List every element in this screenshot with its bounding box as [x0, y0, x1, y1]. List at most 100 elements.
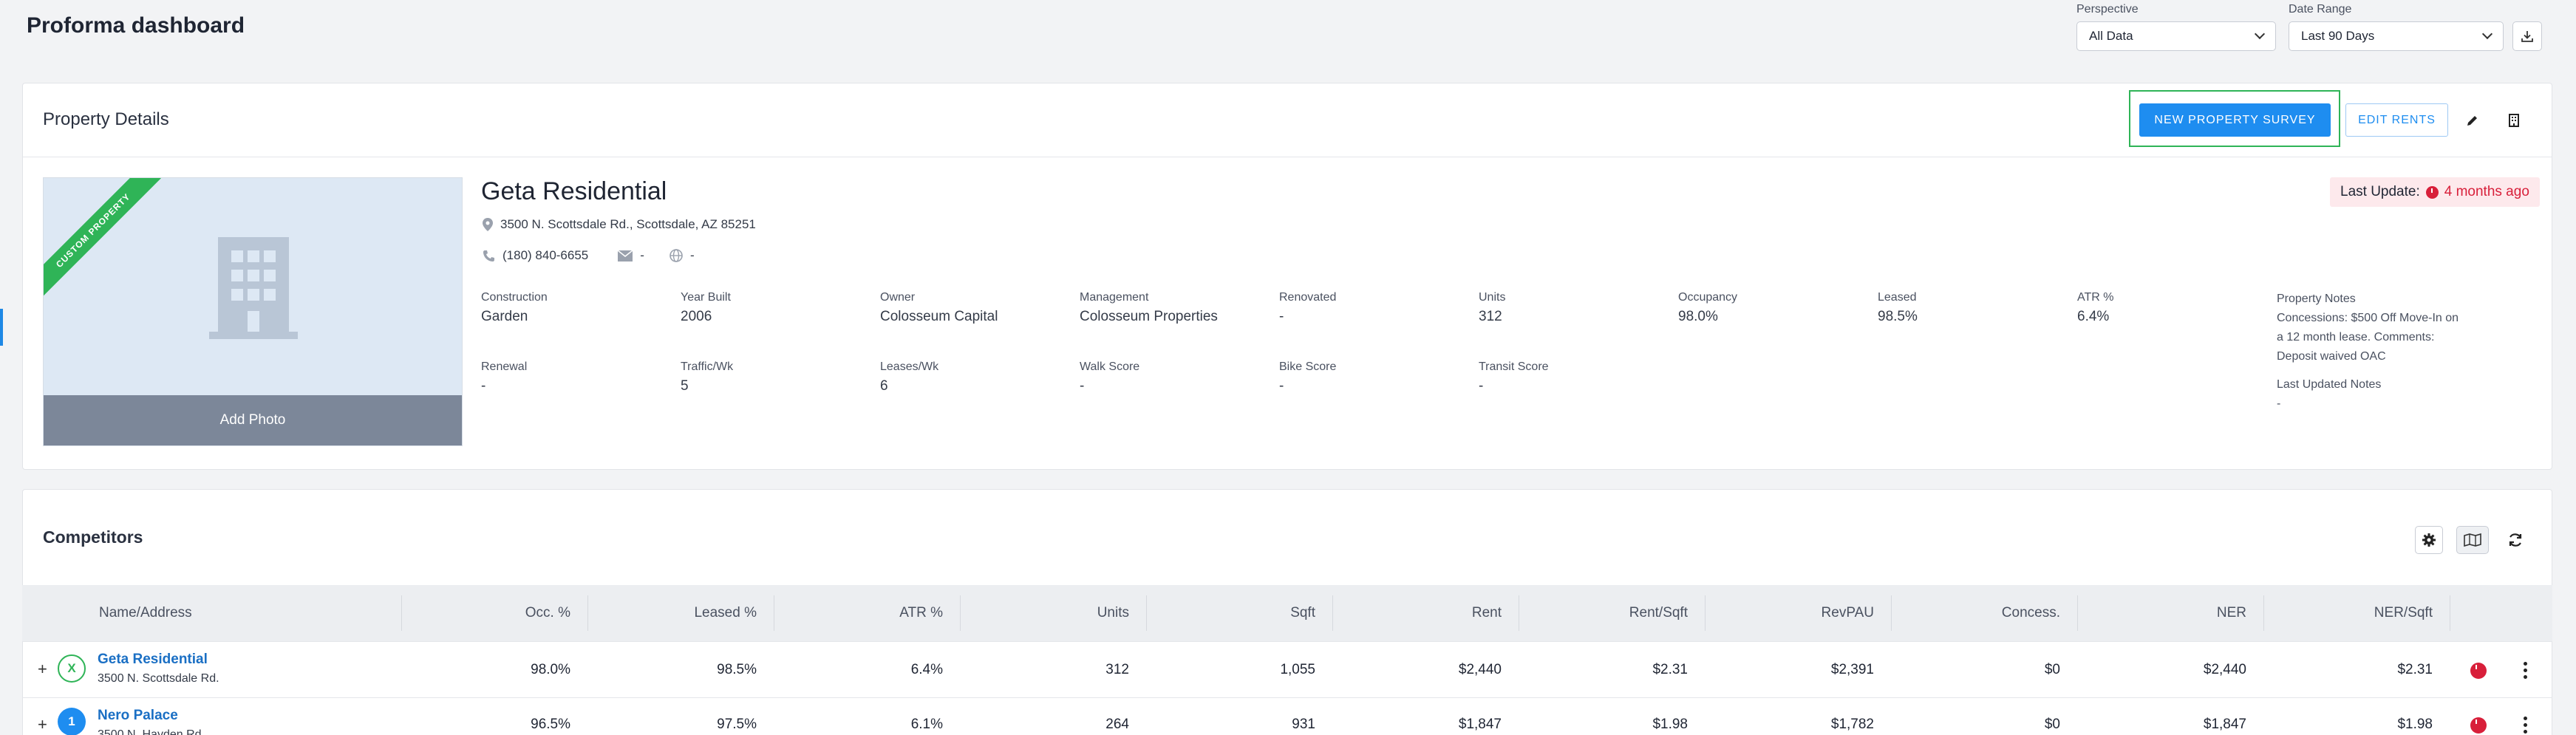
property-address: 3500 N. Scottsdale Rd., Scottsdale, AZ 8…: [483, 217, 756, 232]
property-name: Geta Residential: [481, 177, 667, 205]
col-header-sqft[interactable]: Sqft: [1142, 605, 1315, 621]
page-title: Proforma dashboard: [27, 13, 245, 38]
refresh-icon[interactable]: [2504, 529, 2526, 551]
col-header-concess[interactable]: Concess.: [1887, 605, 2060, 621]
col-header-atr[interactable]: ATR %: [770, 605, 943, 621]
field-value: 2006: [681, 309, 712, 324]
notes-title: Property Notes: [2277, 293, 2356, 305]
cell-revpau: $1,782: [1830, 717, 1874, 732]
subject-property-badge: X: [58, 654, 86, 683]
field-label: Occupancy: [1678, 291, 1738, 304]
col-header-rent-sqft[interactable]: Rent/Sqft: [1515, 605, 1688, 621]
col-header-ner-sqft[interactable]: NER/Sqft: [2260, 605, 2433, 621]
envelope-icon[interactable]: [618, 250, 633, 261]
download-button[interactable]: [2512, 21, 2542, 51]
cell-rent-sqft: $2.31: [1652, 662, 1688, 677]
chevron-down-icon: [2254, 28, 2266, 40]
col-header-units[interactable]: Units: [956, 605, 1129, 621]
phone-text[interactable]: (180) 840-6655: [502, 248, 588, 263]
col-header-occ[interactable]: Occ. %: [399, 605, 570, 621]
field-label: Bike Score: [1279, 360, 1337, 373]
property-details-title: Property Details: [43, 109, 169, 129]
cell-concess: $0: [2044, 717, 2060, 732]
field-leased: Leased 98.5%: [1878, 291, 1918, 325]
field-label: Renovated: [1279, 291, 1337, 304]
competitors-title: Competitors: [43, 527, 143, 547]
field-owner: Owner Colosseum Capital: [880, 291, 998, 325]
competitor-name[interactable]: Geta Residential: [98, 652, 208, 668]
date-range-select[interactable]: Last 90 Days: [2289, 21, 2504, 51]
date-range-label: Date Range: [2289, 3, 2352, 16]
col-header-leased[interactable]: Leased %: [584, 605, 757, 621]
stale-data-clock-icon[interactable]: [2470, 717, 2487, 734]
field-walk-score: Walk Score -: [1080, 360, 1139, 394]
column-separator: [587, 595, 588, 631]
row-menu-icon[interactable]: [2523, 717, 2527, 734]
add-photo-button[interactable]: Add Photo: [44, 395, 462, 445]
field-label: Management: [1080, 291, 1149, 304]
globe-icon[interactable]: [669, 249, 683, 262]
last-update-badge: Last Update: 4 months ago: [2330, 177, 2540, 207]
edit-pencil-icon[interactable]: [2461, 109, 2484, 131]
col-header-name[interactable]: Name/Address: [99, 605, 192, 621]
new-property-survey-button[interactable]: NEW PROPERTY SURVEY: [2139, 103, 2331, 137]
cell-rent: $2,440: [1458, 662, 1502, 677]
field-management: Management Colosseum Properties: [1080, 291, 1218, 325]
field-label: Renewal: [481, 360, 528, 373]
cell-rent: $1,847: [1458, 717, 1502, 732]
field-label: Walk Score: [1080, 360, 1140, 373]
field-label: Year Built: [681, 291, 731, 304]
col-header-rent[interactable]: Rent: [1329, 605, 1502, 621]
contact-line: (180) 840-6655 - -: [483, 248, 695, 263]
notes-line: Concessions: $500 Off Move-In on: [2277, 312, 2459, 324]
competitor-name[interactable]: Nero Palace: [98, 708, 178, 724]
building-icon[interactable]: [2503, 109, 2525, 131]
expand-row-icon[interactable]: +: [38, 660, 47, 679]
column-separator: [2077, 595, 2078, 631]
last-updated-notes-title: Last Updated Notes: [2277, 378, 2382, 391]
field-renewal: Renewal -: [481, 360, 527, 394]
cell-occ: 96.5%: [531, 717, 570, 732]
field-label: ATR %: [2077, 291, 2114, 304]
property-notes: Property Notes Concessions: $500 Off Mov…: [2277, 290, 2498, 414]
expand-row-icon[interactable]: +: [38, 715, 47, 734]
col-header-ner[interactable]: NER: [2074, 605, 2246, 621]
map-view-button[interactable]: [2456, 526, 2489, 554]
field-value: -: [1080, 378, 1085, 394]
field-value: -: [1479, 378, 1484, 394]
active-nav-indicator: [0, 309, 3, 346]
field-value: 5: [681, 378, 689, 394]
building-placeholder-icon: [209, 237, 298, 339]
notes-line: a 12 month lease. Comments:: [2277, 331, 2435, 343]
competitor-address: 3500 N. Hayden Rd.: [98, 728, 205, 735]
column-separator: [1146, 595, 1147, 631]
date-range-value: Last 90 Days: [2301, 29, 2375, 43]
field-label: Construction: [481, 291, 548, 304]
field-occupancy: Occupancy 98.0%: [1678, 291, 1737, 325]
chevron-down-icon: [2481, 28, 2493, 40]
field-traffic: Traffic/Wk 5: [681, 360, 733, 394]
field-construction: Construction Garden: [481, 291, 548, 325]
website-value: -: [689, 248, 695, 262]
col-header-revpau[interactable]: RevPAU: [1701, 605, 1874, 621]
field-value: 98.5%: [1878, 309, 1918, 324]
cell-ner-sqft: $1.98: [2397, 717, 2433, 732]
perspective-select[interactable]: All Data: [2076, 21, 2276, 51]
field-label: Traffic/Wk: [681, 360, 734, 373]
notes-line: Deposit waived OAC: [2277, 350, 2386, 363]
field-label: Owner: [880, 291, 916, 304]
row-menu-icon[interactable]: [2523, 662, 2527, 679]
cell-units: 312: [1105, 662, 1129, 677]
email-value: -: [640, 248, 644, 262]
settings-button[interactable]: [2415, 526, 2443, 554]
stale-data-clock-icon[interactable]: [2470, 663, 2487, 679]
field-value: 6.4%: [2077, 309, 2110, 324]
field-value: -: [1279, 309, 1284, 324]
field-value: -: [481, 378, 486, 394]
column-separator: [1332, 595, 1333, 631]
field-value: 98.0%: [1678, 309, 1718, 324]
field-atr: ATR % 6.4%: [2077, 291, 2113, 325]
cell-occ: 98.0%: [531, 662, 570, 677]
cell-atr: 6.1%: [910, 717, 943, 732]
edit-rents-button[interactable]: EDIT RENTS: [2345, 103, 2448, 137]
